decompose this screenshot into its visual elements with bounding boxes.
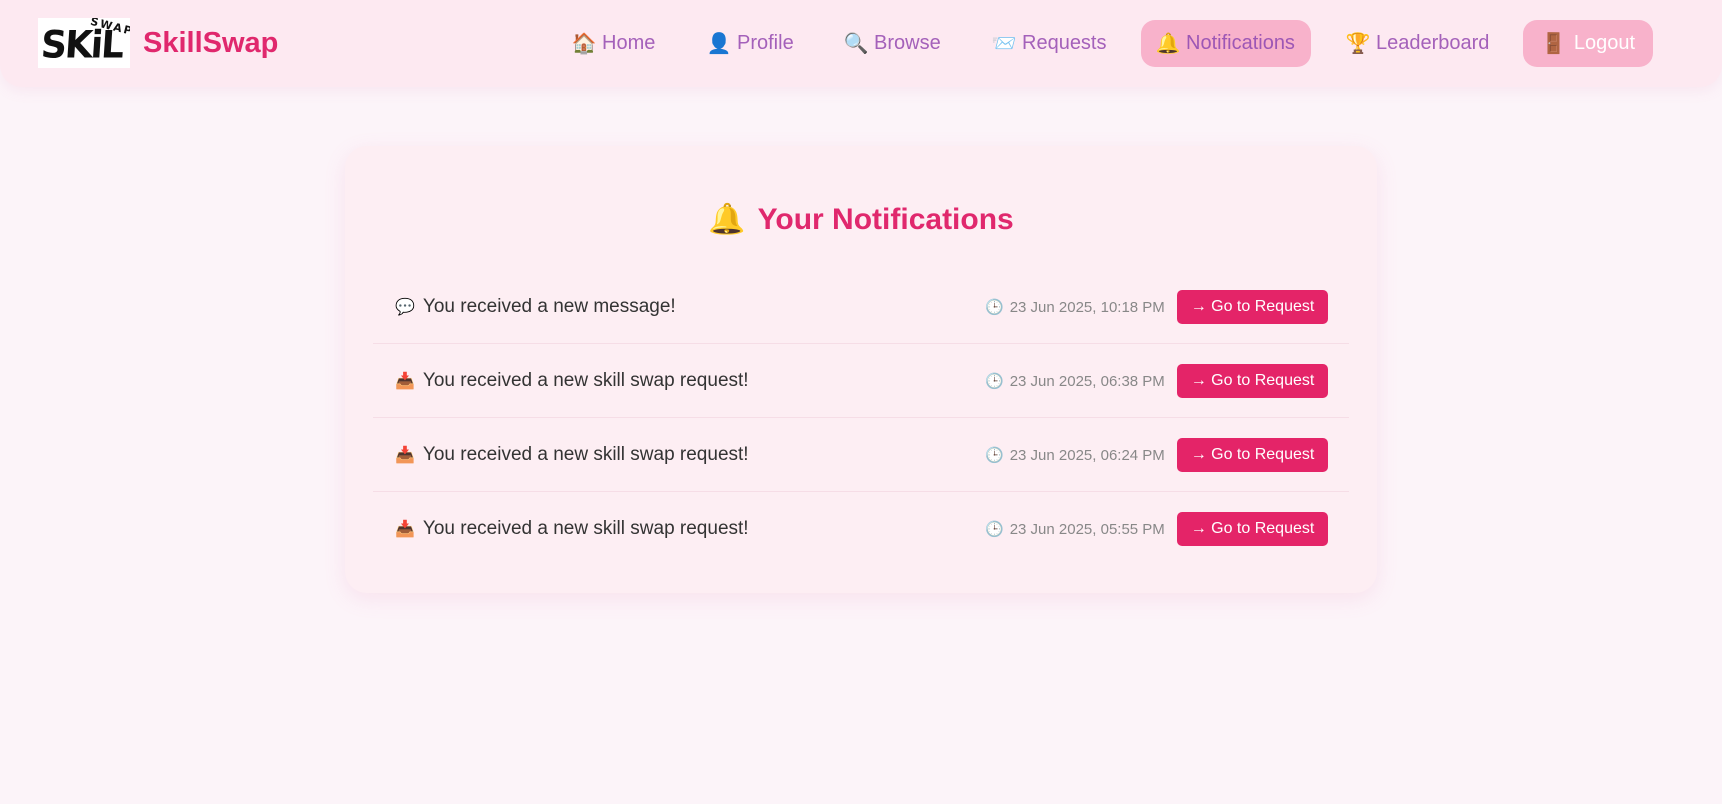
bell-icon: 🔔 [1155,33,1181,55]
clock-icon: 🕒 [985,447,1004,464]
house-icon: 🏠 [571,33,597,55]
inbox-tray-icon: 📥 [395,373,415,390]
go-to-request-button[interactable]: → Go to Request [1177,290,1328,324]
notification-item: 📥 You received a new skill swap request!… [373,418,1349,492]
nav-item-label: Leaderboard [1376,32,1490,54]
nav-item-label: Home [602,32,656,54]
bell-icon: 🔔 [708,203,746,236]
notification-item: 📥 You received a new skill swap request!… [373,344,1349,418]
notification-timestamp: 23 Jun 2025, 06:38 PM [1009,372,1165,390]
nav-item-label: Requests [1022,32,1107,54]
nav-item-home[interactable]: 🏠 Home [571,20,656,67]
notification-text: You received a new skill swap request! [422,370,749,391]
door-icon: 🚪 [1540,33,1566,55]
notification-list: 💬 You received a new message! 🕒 23 Jun 2… [373,270,1349,566]
notification-time: 🕒 23 Jun 2025, 10:18 PM [985,270,1165,344]
notification-timestamp: 23 Jun 2025, 06:24 PM [1009,446,1165,464]
notification-timestamp: 23 Jun 2025, 05:55 PM [1009,520,1165,538]
user-icon: 👤 [706,33,732,55]
notification-text: You received a new skill swap request! [422,518,749,539]
nav-item-requests[interactable]: 📨 Requests [991,20,1107,67]
go-to-request-button[interactable]: → Go to Request [1177,364,1328,398]
notification-time: 🕒 23 Jun 2025, 06:38 PM [985,344,1165,418]
nav-item-label: Browse [874,32,941,54]
page-title: 🔔 Your Notifications [345,202,1377,237]
notification-time: 🕒 23 Jun 2025, 05:55 PM [985,492,1165,566]
inbox-tray-icon: 📥 [395,521,415,538]
nav-item-profile[interactable]: 👤 Profile [706,20,794,67]
inbox-tray-icon: 📥 [395,447,415,464]
search-icon: 🔍 [843,33,869,55]
clock-icon: 🕒 [985,521,1004,538]
clock-icon: 🕒 [985,373,1004,390]
notification-text: You received a new skill swap request! [422,444,749,465]
trophy-icon: 🏆 [1345,33,1371,55]
nav-item-leaderboard[interactable]: 🏆 Leaderboard [1345,20,1490,67]
top-navbar: SKiL SWAP SkillSwap 🏠 Home 👤 Profile 🔍 B… [0,0,1722,87]
logout-label: Logout [1573,32,1636,54]
go-to-request-button[interactable]: → Go to Request [1177,512,1328,546]
notification-timestamp: 23 Jun 2025, 10:18 PM [1009,298,1165,316]
nav-item-label: Notifications [1186,32,1295,54]
envelope-icon: 📨 [991,33,1017,55]
clock-icon: 🕒 [985,299,1004,316]
go-to-request-button[interactable]: → Go to Request [1177,438,1328,472]
notification-text: You received a new message! [422,296,676,317]
notification-item: 📥 You received a new skill swap request!… [373,492,1349,566]
nav-item-notifications[interactable]: 🔔 Notifications [1141,20,1311,67]
notification-time: 🕒 23 Jun 2025, 06:24 PM [985,418,1165,492]
nav-item-label: Profile [737,32,794,54]
main-nav: 🏠 Home 👤 Profile 🔍 Browse 📨 Requests 🔔 N… [0,20,1722,67]
notification-item: 💬 You received a new message! 🕒 23 Jun 2… [373,270,1349,344]
nav-item-browse[interactable]: 🔍 Browse [843,20,941,67]
page-title-text: Your Notifications [757,202,1014,236]
logout-button[interactable]: 🚪 Logout [1523,20,1653,67]
notifications-card: 🔔 Your Notifications 💬 You received a ne… [345,146,1377,593]
speech-bubble-icon: 💬 [395,299,415,316]
